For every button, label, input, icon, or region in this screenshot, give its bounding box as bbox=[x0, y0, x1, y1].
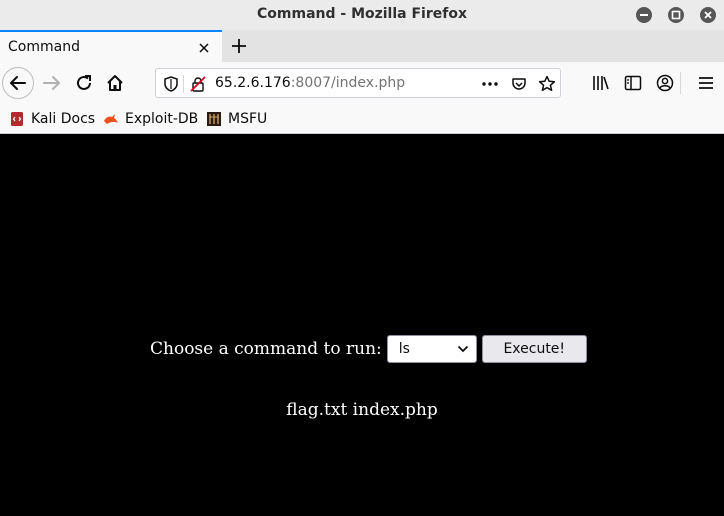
forward-button[interactable] bbox=[36, 67, 68, 99]
reload-icon bbox=[77, 75, 91, 90]
new-tab-icon[interactable] bbox=[229, 36, 249, 56]
arrow-right-icon bbox=[43, 76, 60, 90]
kali-docs-icon bbox=[11, 112, 23, 126]
back-button[interactable] bbox=[2, 67, 34, 99]
bookmarks-toolbar: Kali Docs Exploit-DB MSFU bbox=[0, 104, 724, 134]
bookmark-msfu[interactable]: MSFU bbox=[206, 110, 267, 128]
window-title: Command - Mozilla Firefox bbox=[257, 6, 467, 22]
page-content: Choose a command to run: ls Execute! fla… bbox=[0, 135, 724, 516]
url-bar-separator bbox=[183, 75, 184, 93]
arrow-left-icon bbox=[10, 76, 26, 90]
execute-button[interactable]: Execute! bbox=[481, 335, 587, 363]
toolbar-separator bbox=[680, 72, 681, 94]
library-icon[interactable] bbox=[591, 73, 611, 93]
command-output: flag.txt index.php bbox=[286, 400, 438, 420]
maximize-button[interactable] bbox=[668, 7, 684, 23]
url-bar[interactable]: 65.2.6.176:8007/index.php bbox=[155, 68, 561, 98]
url-path: :8007/index.php bbox=[290, 75, 406, 91]
command-prompt-label: Choose a command to run: bbox=[150, 339, 382, 359]
close-icon bbox=[704, 11, 712, 19]
url-host: 65.2.6.176 bbox=[215, 75, 291, 91]
tab-label: Command bbox=[8, 39, 80, 55]
bookmark-kali-docs[interactable]: Kali Docs bbox=[9, 110, 95, 128]
maximize-icon bbox=[671, 10, 681, 20]
tab-command[interactable]: Command bbox=[0, 30, 222, 62]
page-actions-icon[interactable] bbox=[480, 75, 500, 93]
tab-strip: Command bbox=[0, 30, 724, 62]
bookmark-exploit-db[interactable]: Exploit-DB bbox=[103, 110, 198, 128]
minimize-button[interactable] bbox=[636, 7, 652, 23]
chevron-down-icon bbox=[457, 345, 468, 353]
command-select[interactable]: ls bbox=[386, 335, 477, 363]
bookmark-star-icon[interactable] bbox=[537, 74, 557, 94]
command-select-value: ls bbox=[398, 341, 410, 357]
hamburger-menu-icon[interactable] bbox=[696, 73, 716, 93]
command-form: Choose a command to run: ls Execute! bbox=[150, 335, 587, 363]
exploit-db-icon bbox=[104, 114, 118, 124]
shield-icon[interactable] bbox=[162, 75, 180, 93]
pocket-icon[interactable] bbox=[510, 75, 528, 93]
home-button[interactable] bbox=[99, 67, 131, 99]
close-window-button[interactable] bbox=[700, 7, 716, 23]
bookmark-label: MSFU bbox=[228, 111, 268, 127]
home-icon bbox=[107, 75, 123, 91]
reload-button[interactable] bbox=[68, 67, 100, 99]
msfu-icon bbox=[207, 112, 221, 126]
navigation-toolbar: 65.2.6.176:8007/index.php bbox=[0, 62, 724, 104]
close-tab-icon[interactable] bbox=[196, 40, 212, 56]
minimize-icon bbox=[640, 14, 648, 16]
sidebar-icon[interactable] bbox=[623, 73, 643, 93]
window-titlebar: Command - Mozilla Firefox bbox=[0, 0, 724, 30]
bookmark-label: Exploit-DB bbox=[125, 111, 199, 127]
insecure-lock-icon[interactable] bbox=[189, 75, 207, 93]
account-icon[interactable] bbox=[655, 73, 675, 93]
bookmark-label: Kali Docs bbox=[31, 111, 96, 127]
url-text[interactable]: 65.2.6.176:8007/index.php bbox=[215, 75, 405, 91]
